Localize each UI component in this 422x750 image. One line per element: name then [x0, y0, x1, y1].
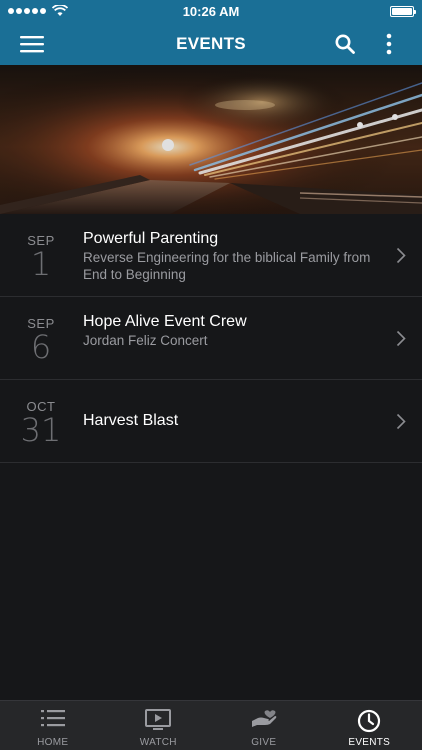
tab-events[interactable]: EVENTS: [317, 701, 422, 750]
event-day: 1: [30, 245, 52, 283]
tab-label: EVENTS: [348, 737, 391, 748]
event-title: Harvest Blast: [83, 412, 179, 429]
tab-label: GIVE: [251, 737, 277, 748]
chevron-right-icon: [396, 330, 406, 347]
event-list: SEP 1 Powerful Parenting Reverse Enginee…: [0, 214, 422, 463]
wifi-icon: [52, 5, 68, 16]
event-subtitle: Jordan Feliz Concert: [83, 333, 208, 348]
clock-icon: [358, 709, 381, 733]
tab-label: WATCH: [139, 737, 177, 748]
signal-strength-icon: [8, 5, 68, 17]
event-row[interactable]: SEP 6 Hope Alive Event Crew Jordan Feliz…: [0, 297, 422, 380]
event-title: Powerful Parenting: [83, 230, 219, 247]
tab-give[interactable]: GIVE: [211, 701, 317, 750]
event-day: 31: [20, 411, 62, 449]
tab-watch[interactable]: WATCH: [106, 701, 212, 750]
nav-bar: EVENTS: [0, 22, 422, 65]
event-date: SEP 1: [0, 214, 82, 297]
event-row[interactable]: OCT 31 Harvest Blast: [0, 380, 422, 463]
event-date: SEP 6: [0, 297, 82, 380]
event-day: 6: [30, 328, 52, 366]
search-icon: [335, 34, 355, 54]
event-title: Hope Alive Event Crew: [83, 313, 247, 330]
menu-button[interactable]: [14, 22, 50, 65]
tab-label: HOME: [37, 737, 69, 748]
hero-image: [0, 65, 422, 214]
play-screen-icon: [145, 709, 172, 730]
more-options-button[interactable]: [374, 22, 404, 65]
tab-home[interactable]: HOME: [0, 701, 106, 750]
event-row[interactable]: SEP 1 Powerful Parenting Reverse Enginee…: [0, 214, 422, 297]
hamburger-menu-icon: [20, 35, 44, 52]
search-button[interactable]: [328, 22, 362, 65]
chevron-right-icon: [396, 247, 406, 264]
chevron-right-icon: [396, 413, 406, 430]
event-date: OCT 31: [0, 380, 82, 463]
giving-hand-icon: [251, 710, 277, 727]
battery-icon: [390, 5, 416, 17]
status-bar: 10:26 AM: [0, 0, 422, 22]
tab-bar: HOME WATCH GIVE EVENTS: [0, 700, 422, 750]
vertical-dots-icon: [386, 33, 392, 54]
event-subtitle: Reverse Engineering for the biblical Fam…: [83, 250, 371, 282]
list-icon: [40, 710, 65, 727]
